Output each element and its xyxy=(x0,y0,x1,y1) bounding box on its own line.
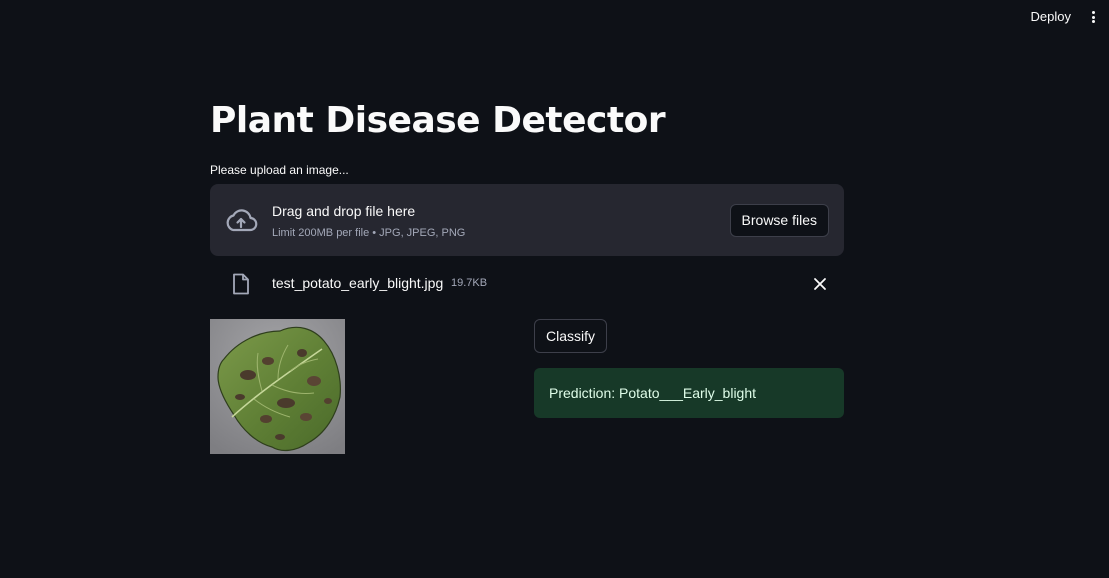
uploaded-file-row: test_potato_early_blight.jpg 19.7KB xyxy=(210,268,844,300)
file-icon xyxy=(233,273,249,295)
deploy-button[interactable]: Deploy xyxy=(1031,9,1071,25)
dropzone-title: Drag and drop file here xyxy=(272,203,416,219)
dropzone-limit-text: Limit 200MB per file • JPG, JPEG, PNG xyxy=(272,227,466,239)
page-title: Plant Disease Detector xyxy=(210,100,666,141)
classify-button[interactable]: Classify xyxy=(534,319,608,353)
browse-files-button[interactable]: Browse files xyxy=(729,204,829,237)
close-icon[interactable] xyxy=(813,277,827,291)
uploader-label: Please upload an image... xyxy=(210,163,349,177)
file-dropzone[interactable]: Drag and drop file here Limit 200MB per … xyxy=(210,184,844,256)
prediction-alert: Prediction: Potato___Early_blight xyxy=(534,368,844,418)
kebab-menu-icon[interactable] xyxy=(1090,9,1096,25)
uploaded-leaf-image xyxy=(210,319,345,454)
app-page: Deploy Plant Disease Detector Please upl… xyxy=(0,0,1109,578)
file-name: test_potato_early_blight.jpg xyxy=(272,275,444,291)
file-size: 19.7KB xyxy=(451,277,488,289)
cloud-upload-icon xyxy=(226,209,258,232)
prediction-text: Prediction: Potato___Early_blight xyxy=(549,385,757,401)
